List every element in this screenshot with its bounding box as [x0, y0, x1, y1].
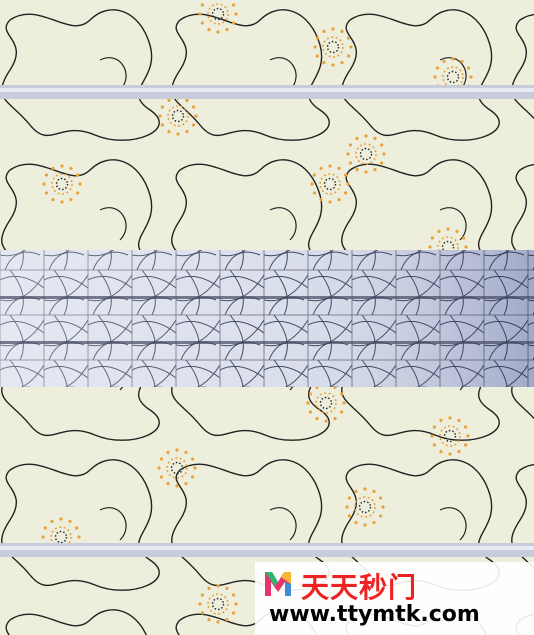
watermark: 天天秒门 www.ttymtk.com: [255, 562, 534, 635]
watermark-brand-text: 天天秒门: [301, 571, 418, 604]
watermark-url: www.ttymtk.com: [269, 602, 480, 627]
wallpaper-art: [0, 0, 534, 635]
top-rail: [0, 85, 534, 99]
bottom-rail: [0, 543, 534, 557]
tile-band: [0, 250, 534, 387]
brand-logo-icon: [265, 572, 291, 596]
